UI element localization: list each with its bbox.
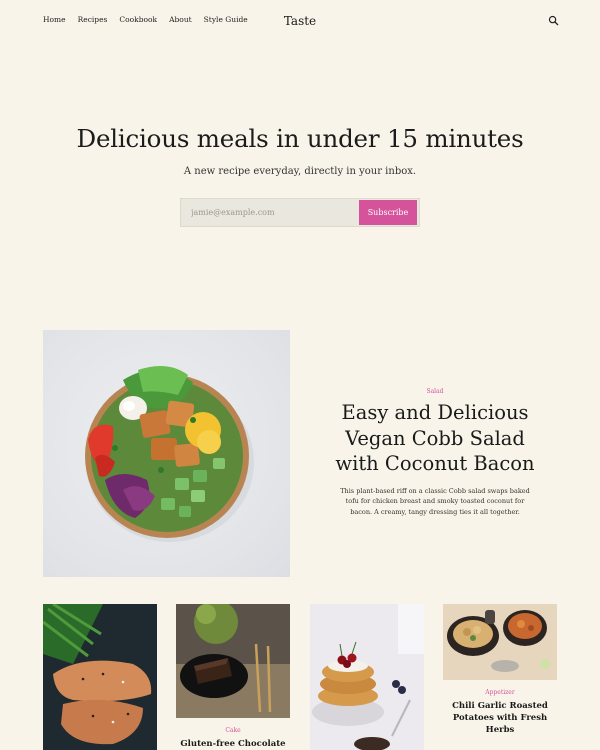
card-image[interactable]: [443, 604, 557, 680]
recipe-card[interactable]: [43, 604, 157, 750]
hero-title: Delicious meals in under 15 minutes: [76, 124, 524, 153]
recipe-card[interactable]: Appetizer Chili Garlic Roasted Potatoes …: [443, 604, 557, 736]
card-image[interactable]: [310, 604, 424, 750]
recipe-card[interactable]: [310, 604, 424, 750]
salad-bowl-illustration: [85, 366, 254, 542]
card-image[interactable]: [43, 604, 157, 750]
search-icon[interactable]: [548, 15, 559, 26]
card-title[interactable]: Gluten-free Chocolate: [176, 738, 290, 750]
recipe-card[interactable]: Cake Gluten-free Chocolate: [176, 604, 290, 750]
roasted-potatoes-illustration: [443, 604, 557, 680]
subscribe-button[interactable]: Subscribe: [359, 200, 417, 225]
hero-subtitle: A new recipe everyday, directly in your …: [183, 166, 417, 177]
card-category[interactable]: Cake: [176, 727, 290, 734]
waffles-illustration: [310, 604, 424, 750]
salmon-illustration: [43, 604, 157, 750]
featured-category[interactable]: Salad: [330, 388, 540, 395]
card-image[interactable]: [176, 604, 290, 718]
card-category[interactable]: Appetizer: [443, 689, 557, 696]
card-title[interactable]: Chili Garlic Roasted Potatoes with Fresh…: [443, 700, 557, 736]
chocolate-cake-illustration: [176, 604, 290, 718]
featured-title[interactable]: Easy and Delicious Vegan Cobb Salad with…: [330, 400, 540, 477]
featured-image[interactable]: [43, 330, 290, 577]
site-logo[interactable]: Taste: [0, 14, 600, 28]
subscribe-form: Subscribe: [180, 198, 420, 227]
featured-description: This plant-based riff on a classic Cobb …: [340, 486, 530, 516]
featured-text: Salad Easy and Delicious Vegan Cobb Sala…: [330, 388, 540, 517]
email-input[interactable]: [181, 199, 359, 226]
